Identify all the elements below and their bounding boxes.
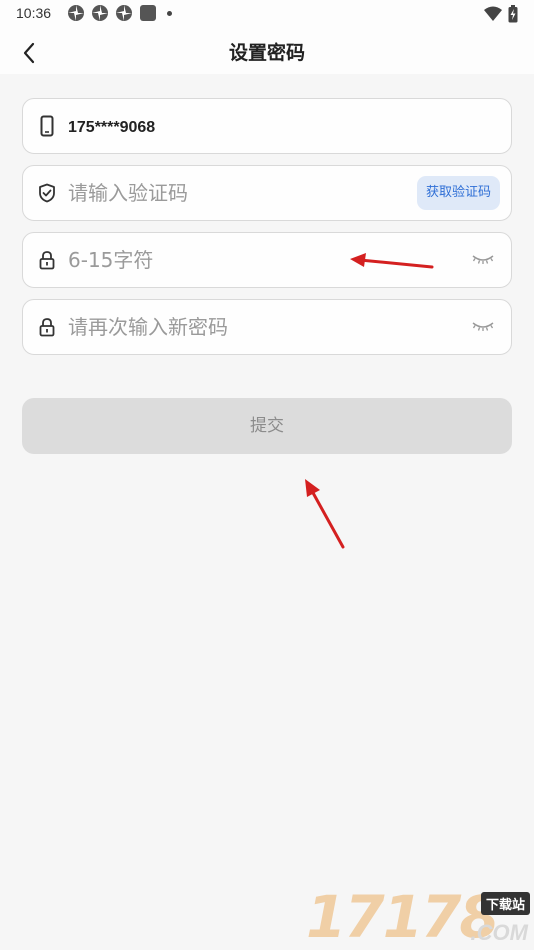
pinwheel-icon <box>116 5 132 21</box>
pinwheel-icon <box>68 5 84 21</box>
page-title: 设置密码 <box>228 42 305 64</box>
status-time: 10:36 <box>16 5 52 21</box>
verification-code-placeholder: 请输入验证码 <box>68 181 188 205</box>
lock-icon <box>37 249 57 271</box>
lock-icon <box>37 316 57 338</box>
pinwheel-icon <box>92 5 108 21</box>
confirm-password-placeholder: 请再次输入新密码 <box>68 315 228 339</box>
get-code-button[interactable]: 获取验证码 <box>416 176 500 210</box>
confirm-password-field[interactable]: 请再次输入新密码 <box>22 299 512 355</box>
eye-closed-icon[interactable] <box>471 251 495 267</box>
eye-closed-icon[interactable] <box>471 318 495 334</box>
new-password-field[interactable]: 6-15字符 <box>22 232 512 288</box>
watermark-digits: 17178 <box>306 883 500 950</box>
phone-number-value: 175****9068 <box>68 119 156 136</box>
status-bar: 10:36 <box>0 0 534 28</box>
new-password-placeholder: 6-15字符 <box>68 248 154 272</box>
battery-charging-icon <box>508 5 518 23</box>
watermark-badge: 下载站 <box>480 892 530 915</box>
verification-code-field[interactable]: 请输入验证码 获取验证码 <box>22 165 512 221</box>
form-area: 175****9068 请输入验证码 获取验证码 6-15字符 请再次输入新密码… <box>0 74 534 950</box>
watermark-domain: .COM <box>470 920 528 945</box>
notification-icons <box>67 4 172 22</box>
status-right <box>484 5 518 23</box>
phone-icon <box>37 115 57 137</box>
app-header: 设置密码 <box>0 28 534 74</box>
annotation-arrow <box>305 479 345 549</box>
site-watermark: 17178 下载站 .COM <box>306 884 534 950</box>
wifi-icon <box>484 6 502 21</box>
annotation-arrow <box>350 253 434 269</box>
phone-field[interactable]: 175****9068 <box>22 98 512 154</box>
shield-icon <box>37 182 57 204</box>
square-app-icon <box>140 5 156 21</box>
more-notifications-dot <box>167 10 172 16</box>
submit-button[interactable]: 提交 <box>22 398 512 454</box>
